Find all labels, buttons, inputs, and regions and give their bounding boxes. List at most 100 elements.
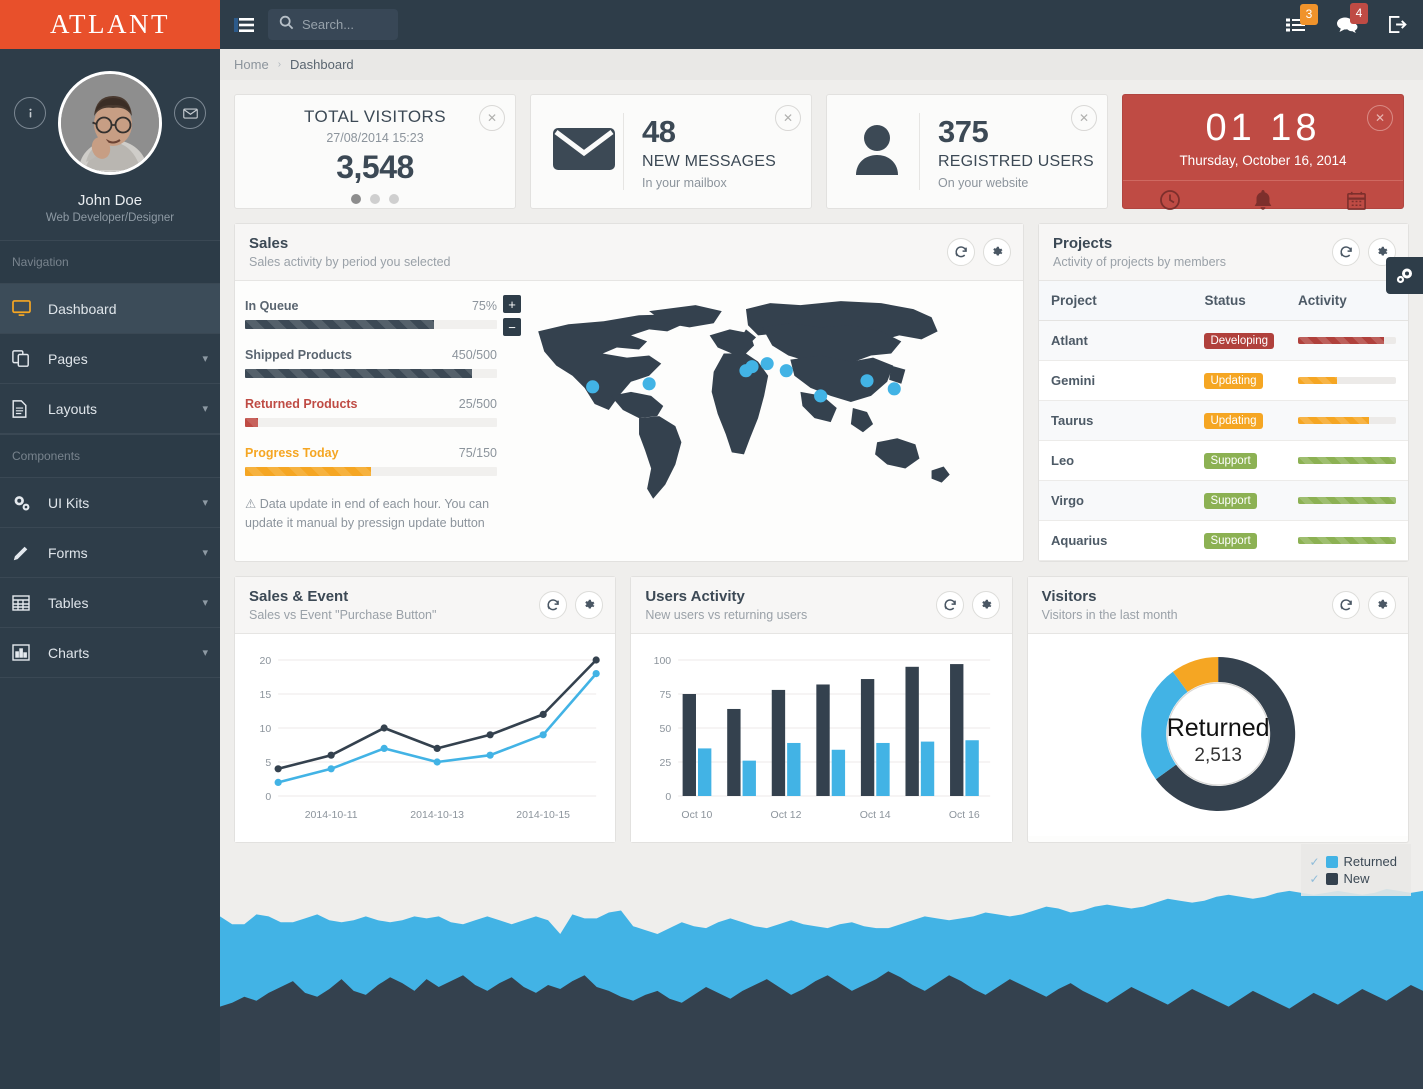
status-badge: Updating [1204,373,1263,389]
map-zoom-controls: + − [503,295,521,336]
project-name: Gemini [1039,360,1193,401]
dot[interactable] [370,194,380,204]
projects-table: Project Status Activity Atlant Developin… [1039,281,1408,561]
legend-item-new[interactable]: ✓ New [1309,871,1397,886]
sidebar-item-label: Forms [48,544,88,561]
gear-icon[interactable] [575,591,604,619]
refresh-icon[interactable] [539,591,568,619]
status-badge: Support [1204,533,1257,549]
progress-returned-products: Returned Products 25/500 [245,397,497,427]
sidebar-item-label: UI Kits [48,494,90,511]
table-row[interactable]: Gemini Updating [1039,360,1408,401]
legend-swatch [1325,855,1338,868]
project-name: Atlant [1039,320,1193,361]
svg-text:Oct 12: Oct 12 [771,809,802,821]
users-activity-bar-chart: 0 25 50 75 100 Oct 10 Oct 12 Oct 14 Oct 16 [654,655,991,821]
project-name: Taurus [1039,400,1193,441]
pencil-icon [12,544,48,562]
legend-item-returned[interactable]: ✓ Returned [1309,854,1397,869]
chart-legend: ✓ Returned ✓ New [1301,844,1411,896]
sidebar-item-layouts[interactable]: Layouts ▾ [0,384,220,434]
brand-logo[interactable]: ATLANT [0,0,220,49]
progress-today: Progress Today 75/150 [245,446,497,476]
close-icon[interactable]: ✕ [1367,105,1393,131]
table-row[interactable]: Atlant Developing [1039,320,1408,361]
table-row[interactable]: Taurus Updating [1039,400,1408,441]
map-zoom-in-button[interactable]: + [503,295,521,313]
legend-label: New [1343,871,1370,886]
refresh-icon[interactable] [1331,591,1360,619]
sidebar-item-label: Layouts [48,400,98,417]
svg-text:Oct 14: Oct 14 [860,809,891,821]
tasks-icon[interactable]: 3 [1286,3,1318,33]
svg-text:50: 50 [660,723,672,735]
bell-icon[interactable] [1216,189,1309,211]
avatar[interactable] [58,71,162,175]
svg-text:15: 15 [259,689,271,701]
project-name: Virgo [1039,480,1193,521]
envelope-icon[interactable] [174,97,206,129]
check-icon: ✓ [1309,854,1320,869]
refresh-icon[interactable] [1332,238,1360,266]
world-map[interactable]: + − [497,281,1023,543]
bottom-area-chart: ✓ Returned ✓ New [220,834,1423,1089]
svg-text:0: 0 [666,791,672,803]
table-row[interactable]: Virgo Support [1039,480,1408,521]
legend-label: Returned [1343,854,1397,869]
column-status: Status [1192,281,1286,321]
sidebar-item-pages[interactable]: Pages ▾ [0,334,220,384]
envelope-icon [553,126,619,177]
sidebar-item-forms[interactable]: Forms ▾ [0,528,220,578]
svg-text:2,513: 2,513 [1194,745,1242,766]
search-box[interactable] [268,9,398,40]
gear-icon[interactable] [971,591,1000,619]
calendar-icon[interactable] [1310,190,1403,211]
sidebar-item-dashboard[interactable]: Dashboard [0,284,220,334]
chevron-down-icon: ▾ [202,403,208,415]
close-icon[interactable]: ✕ [479,105,505,131]
card-timestamp: 27/08/2014 15:23 [326,131,424,145]
sales-panel: Sales Sales activity by period you selec… [234,223,1024,562]
refresh-icon[interactable] [935,591,964,619]
bar-value: 450/500 [451,348,497,362]
clock-icon[interactable] [1123,189,1216,211]
dot[interactable] [351,194,361,204]
close-icon[interactable]: ✕ [775,105,801,131]
sidebar-item-charts[interactable]: Charts ▾ [0,628,220,678]
chat-icon[interactable]: 4 [1336,3,1368,33]
visitors-panel: Visitors Visitors in the last month Retu… [1026,576,1409,843]
chevron-down-icon: ▾ [202,547,208,559]
sidebar-item-ui-kits[interactable]: UI Kits ▾ [0,478,220,528]
table-row[interactable]: Leo Support [1039,440,1408,481]
gear-icon[interactable] [983,238,1011,266]
panel-subtitle: New users vs returning users [645,608,808,622]
table-row[interactable]: Aquarius Support [1039,520,1408,561]
clock-time: 01 18 [1205,107,1321,149]
sales-projects-row: Sales Sales activity by period you selec… [220,209,1423,562]
map-zoom-out-button[interactable]: − [503,318,521,336]
table-header-row: Project Status Activity [1039,281,1408,321]
svg-text:Oct 16: Oct 16 [949,809,980,821]
refresh-icon[interactable] [947,238,975,266]
dot[interactable] [389,194,399,204]
gear-icon[interactable] [1367,591,1396,619]
breadcrumb-home[interactable]: Home [234,57,269,72]
close-icon[interactable]: ✕ [1071,105,1097,131]
settings-tab-button[interactable] [1386,257,1423,294]
tasks-badge: 3 [1300,3,1318,25]
logout-icon[interactable] [1388,16,1407,33]
progress-in-queue: In Queue 75% [245,299,497,329]
profile-name: John Doe [77,192,143,209]
table-icon [12,594,48,611]
panel-subtitle: Sales vs Event "Purchase Button" [249,608,437,622]
card-label: NEW MESSAGES [642,152,776,170]
column-project: Project [1039,281,1193,321]
clock-card: ✕ 01 18 Thursday, October 16, 2014 [1122,94,1404,211]
info-icon[interactable] [14,97,46,129]
card-pagination-dots[interactable] [235,194,515,204]
chevron-right-icon: › [277,59,282,70]
search-input[interactable] [302,17,384,32]
sidebar-item-tables[interactable]: Tables ▾ [0,578,220,628]
sidebar-toggle-icon[interactable] [220,17,268,33]
file-icon [12,399,48,418]
